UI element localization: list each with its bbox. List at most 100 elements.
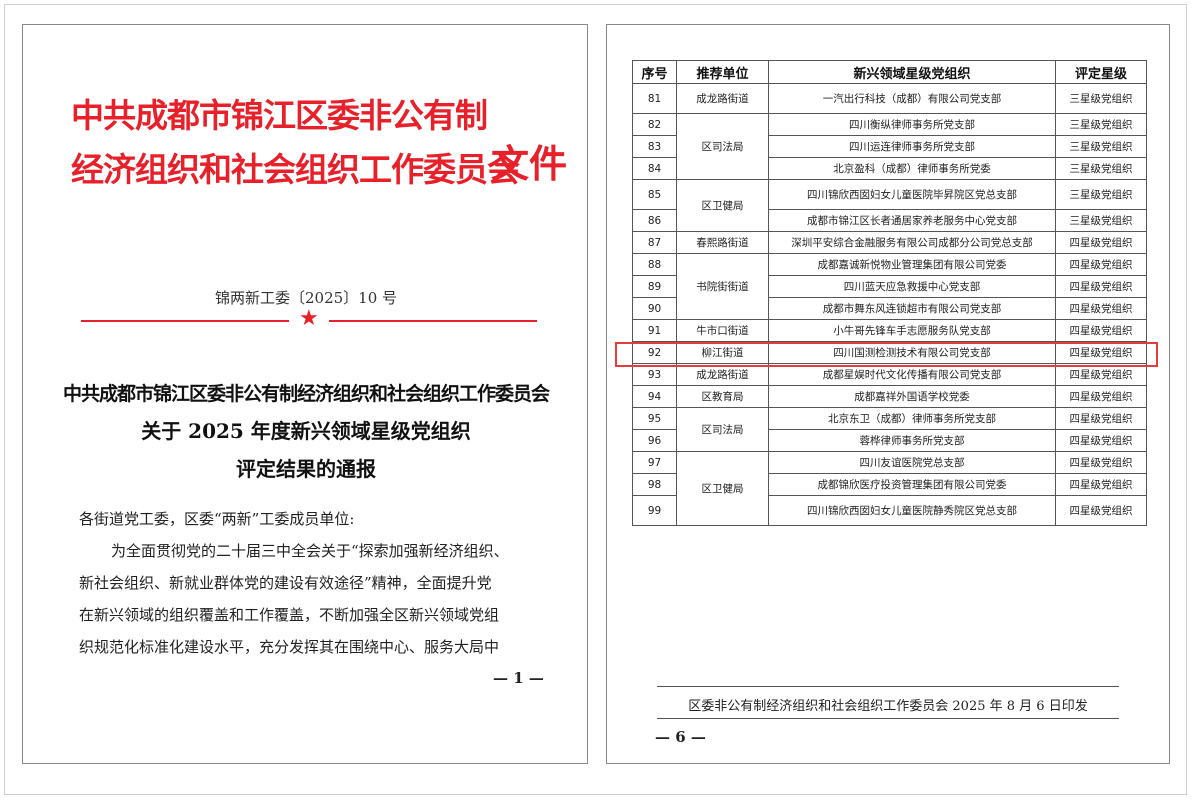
document-page-6: 序号 推荐单位 新兴领域星级党组织 评定星级 81 成龙路街道 一汽出行科技（成都）… bbox=[606, 24, 1170, 764]
cell-index: 97 bbox=[632, 451, 677, 474]
cell-organization: 深圳平安综合金融服务有限公司成都分公司党总支部 bbox=[768, 231, 1056, 254]
cell-organization: 四川运连律师事务所党支部 bbox=[768, 135, 1056, 158]
cell-index: 99 bbox=[632, 495, 677, 526]
cell-rating: 四星级党组织 bbox=[1055, 385, 1147, 408]
cell-organization: 成都嘉诚新悦物业管理集团有限公司党委 bbox=[768, 253, 1056, 276]
cell-index: 91 bbox=[632, 319, 677, 342]
cell-organization: 四川锦欣西囡妇女儿童医院静秀院区党总支部 bbox=[768, 495, 1056, 526]
red-header-title: 中共成都市锦江区委非公有制 经济组织和社会组织工作委员会 bbox=[71, 89, 520, 197]
cell-index: 94 bbox=[632, 385, 677, 408]
cell-rating: 四星级党组织 bbox=[1055, 451, 1147, 474]
column-header: 推荐单位 bbox=[676, 60, 769, 84]
table-row: 92 柳江街道 四川国测检测技术有限公司党支部 四星级党组织 bbox=[632, 341, 1147, 364]
table-row: 81 成龙路街道 一汽出行科技（成都）有限公司党支部 三星级党组织 bbox=[632, 83, 1147, 114]
cell-rating: 四星级党组织 bbox=[1055, 341, 1147, 364]
cell-organization: 北京盈科（成都）律师事务所党委 bbox=[768, 157, 1056, 180]
cell-unit: 区司法局 bbox=[676, 113, 769, 180]
cell-rating: 四星级党组织 bbox=[1055, 473, 1147, 496]
column-header: 新兴领域星级党组织 bbox=[768, 60, 1056, 84]
body-line: 织规范化标准化建设水平，充分发挥其在围绕中心、服务大局中 bbox=[79, 638, 500, 656]
cell-organization: 蓉桦律师事务所党支部 bbox=[768, 429, 1056, 452]
cell-rating: 四星级党组织 bbox=[1055, 231, 1147, 254]
cell-organization: 四川友谊医院党总支部 bbox=[768, 451, 1056, 474]
cell-organization: 成都星娱时代文化传播有限公司党支部 bbox=[768, 363, 1056, 386]
cell-rating: 三星级党组织 bbox=[1055, 83, 1147, 114]
cell-rating: 四星级党组织 bbox=[1055, 275, 1147, 298]
column-header: 序号 bbox=[632, 60, 677, 84]
table-header-row: 序号 推荐单位 新兴领域星级党组织 评定星级 bbox=[632, 60, 1147, 84]
cell-organization: 四川衡纵律师事务所党支部 bbox=[768, 113, 1056, 136]
cell-index: 87 bbox=[632, 231, 677, 254]
cell-index: 96 bbox=[632, 429, 677, 452]
document-title-line: 中共成都市锦江区委非公有制经济组织和社会组织工作委员会 bbox=[62, 383, 550, 405]
table-row: 85 区卫健局 四川锦欣西囡妇女儿童医院毕昇院区党总支部 三星级党组织 bbox=[632, 179, 1147, 232]
table-row: 87 春熙路街道 深圳平安综合金融服务有限公司成都分公司党总支部 四星级党组织 bbox=[632, 231, 1147, 254]
addressee: 各街道党工委，区委“两新”工委成员单位: bbox=[79, 510, 355, 528]
cell-unit: 区司法局 bbox=[676, 407, 769, 452]
cell-organization: 成都市舞东风连锁超市有限公司党支部 bbox=[768, 297, 1056, 320]
body-line: 为全面贯彻党的二十届三中全会关于“探索加强新经济组织、 bbox=[111, 542, 509, 560]
cell-index: 83 bbox=[632, 135, 677, 158]
footer-issuer: 区委非公有制经济组织和社会组织工作委员会 2025 年 8 月 6 日印发 bbox=[688, 699, 1088, 714]
body-line: 在新兴领域的组织覆盖和工作覆盖，不断加强全区新兴领域党组 bbox=[79, 606, 500, 624]
cell-index: 89 bbox=[632, 275, 677, 298]
cell-index: 92 bbox=[632, 341, 677, 364]
cell-rating: 三星级党组织 bbox=[1055, 135, 1147, 158]
cell-rating: 四星级党组织 bbox=[1055, 495, 1147, 526]
footer-rule-bottom bbox=[657, 718, 1119, 719]
document-page-1: 中共成都市锦江区委非公有制 经济组织和社会组织工作委员会 文件 锦两新工委〔20… bbox=[22, 24, 588, 764]
red-header-line: 经济组织和社会组织工作委员会 bbox=[71, 150, 520, 189]
red-header-line: 中共成都市锦江区委非公有制 bbox=[71, 96, 488, 135]
red-star-icon: ★ bbox=[299, 306, 319, 331]
body-text: 为全面贯彻党的二十届三中全会关于“探索加强新经济组织、 新社会组织、新就业群体党… bbox=[79, 535, 549, 663]
cell-index: 88 bbox=[632, 253, 677, 276]
cell-unit: 春熙路街道 bbox=[676, 231, 769, 254]
red-header-word: 文件 bbox=[491, 142, 568, 186]
cell-rating: 三星级党组织 bbox=[1055, 157, 1147, 180]
table-row: 82 区司法局 四川衡纵律师事务所党支部 三星级党组织 bbox=[632, 113, 1147, 180]
cell-rating: 三星级党组织 bbox=[1055, 209, 1147, 232]
table-row: 93 成龙路街道 成都星娱时代文化传播有限公司党支部 四星级党组织 bbox=[632, 363, 1147, 386]
cell-unit: 区卫健局 bbox=[676, 179, 769, 232]
cell-index: 93 bbox=[632, 363, 677, 386]
cell-index: 85 bbox=[632, 179, 677, 210]
cell-organization: 四川蓝天应急救援中心党支部 bbox=[768, 275, 1056, 298]
cell-index: 90 bbox=[632, 297, 677, 320]
rating-table: 序号 推荐单位 新兴领域星级党组织 评定星级 81 成龙路街道 一汽出行科技（成都）… bbox=[632, 60, 1147, 526]
cell-unit: 成龙路街道 bbox=[676, 363, 769, 386]
table-row: 91 牛市口街道 小牛哥先锋车手志愿服务队党支部 四星级党组织 bbox=[632, 319, 1147, 342]
cell-rating: 四星级党组织 bbox=[1055, 297, 1147, 320]
table-row: 95 区司法局 北京东卫（成都）律师事务所党支部 四星级党组织 bbox=[632, 407, 1147, 452]
cell-rating: 四星级党组织 bbox=[1055, 429, 1147, 452]
table-row: 97 区卫健局 四川友谊医院党总支部 四星级党组织 bbox=[632, 451, 1147, 526]
cell-organization: 小牛哥先锋车手志愿服务队党支部 bbox=[768, 319, 1056, 342]
cell-index: 95 bbox=[632, 407, 677, 430]
column-header: 评定星级 bbox=[1055, 60, 1147, 84]
body-line: 新社会组织、新就业群体党的建设有效途径”精神，全面提升党 bbox=[79, 574, 492, 592]
cell-unit: 书院街街道 bbox=[676, 253, 769, 320]
document-title-line: 评定结果的通报 bbox=[236, 457, 376, 481]
cell-unit: 牛市口街道 bbox=[676, 319, 769, 342]
table-row: 88 书院街街道 成都嘉诚新悦物业管理集团有限公司党委 四星级党组织 bbox=[632, 253, 1147, 320]
document-number: 锦两新工委〔2025〕10 号 bbox=[214, 289, 398, 307]
cell-unit: 柳江街道 bbox=[676, 341, 769, 364]
cell-unit: 成龙路街道 bbox=[676, 83, 769, 114]
cell-index: 82 bbox=[632, 113, 677, 136]
cell-organization: 成都锦欣医疗投资管理集团有限公司党委 bbox=[768, 473, 1056, 496]
cell-rating: 四星级党组织 bbox=[1055, 319, 1147, 342]
cell-unit: 区卫健局 bbox=[676, 451, 769, 526]
cell-organization: 四川国测检测技术有限公司党支部 bbox=[768, 341, 1056, 364]
cell-organization: 一汽出行科技（成都）有限公司党支部 bbox=[768, 83, 1056, 114]
page-number: — 6 — bbox=[655, 728, 706, 746]
red-divider-right bbox=[329, 320, 537, 322]
cell-rating: 三星级党组织 bbox=[1055, 179, 1147, 210]
cell-rating: 四星级党组织 bbox=[1055, 363, 1147, 386]
cell-index: 81 bbox=[632, 83, 677, 114]
red-divider-left bbox=[81, 320, 289, 322]
table-body: 81 成龙路街道 一汽出行科技（成都）有限公司党支部 三星级党组织 82 区司法局 四川衡纵… bbox=[632, 83, 1147, 526]
cell-organization: 北京东卫（成都）律师事务所党支部 bbox=[768, 407, 1056, 430]
cell-rating: 三星级党组织 bbox=[1055, 113, 1147, 136]
footer-rule-top bbox=[657, 686, 1119, 687]
table-row: 94 区教育局 成都嘉祥外国语学校党委 四星级党组织 bbox=[632, 385, 1147, 408]
cell-organization: 成都市锦江区长者通居家养老服务中心党支部 bbox=[768, 209, 1056, 232]
